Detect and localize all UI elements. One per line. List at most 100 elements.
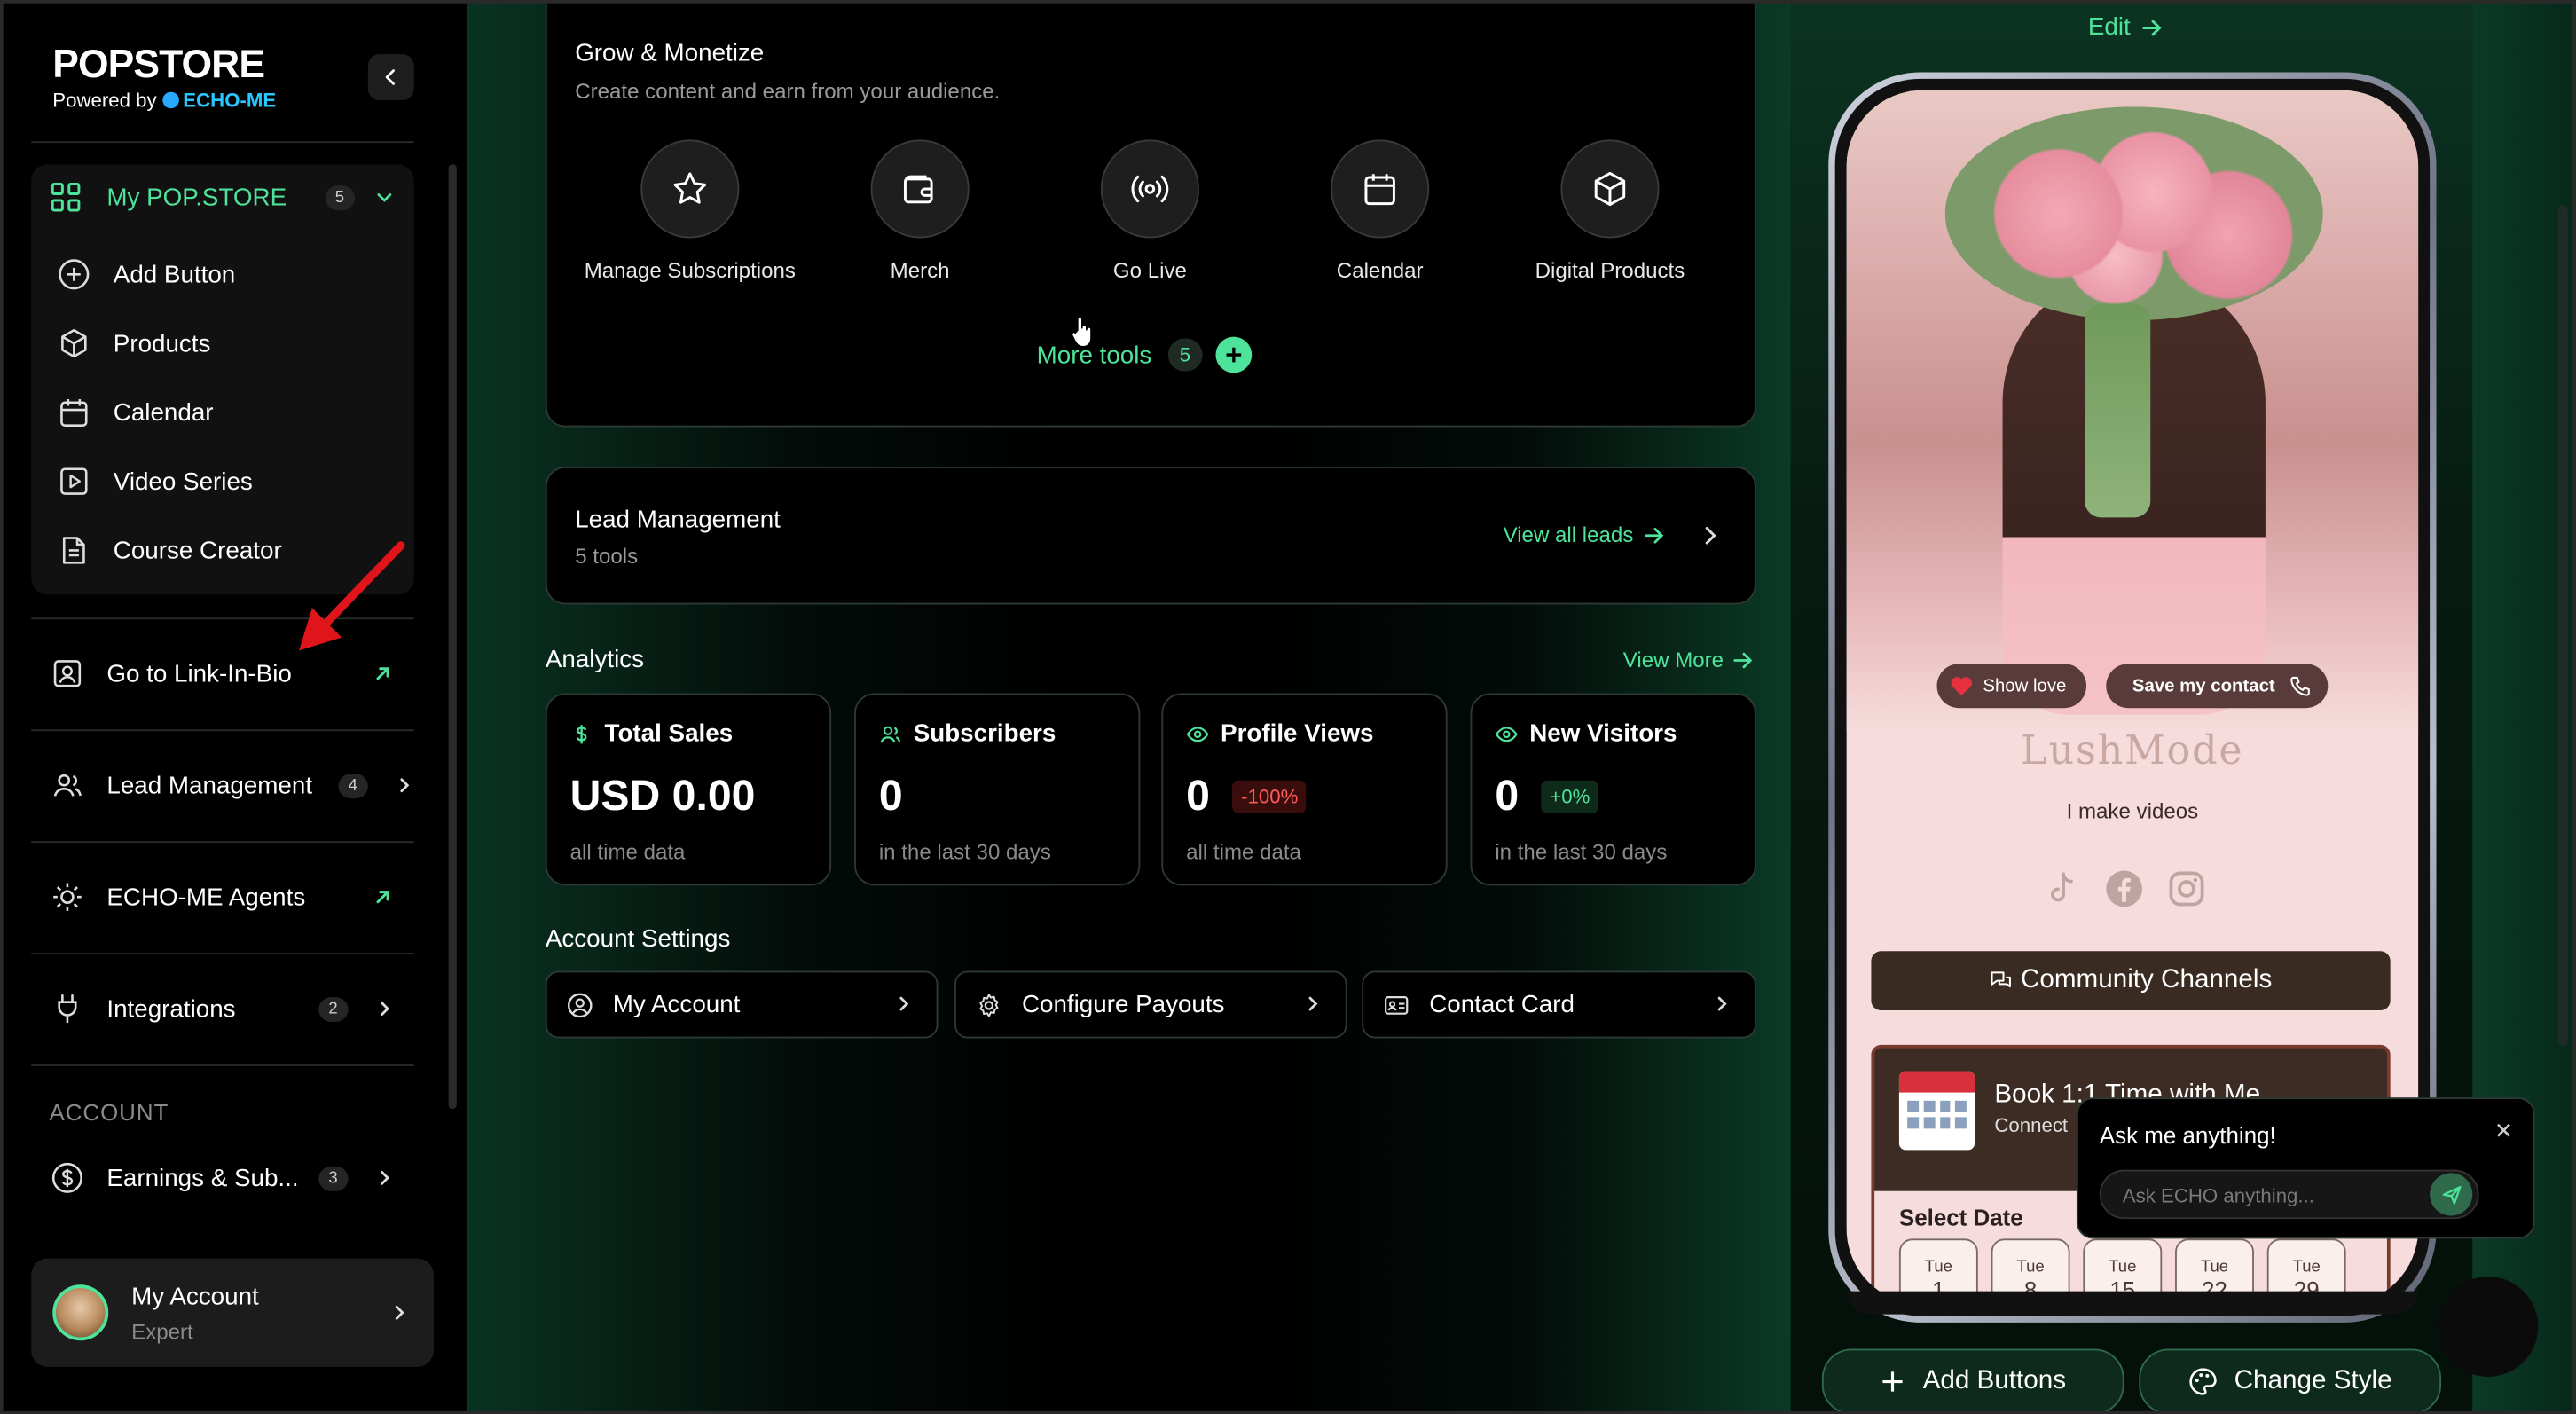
tool-label: Calendar (1336, 257, 1424, 283)
more-tools-count: 5 (1167, 338, 1203, 372)
wallet-icon (870, 139, 970, 239)
profile-photo (1846, 90, 2419, 732)
page-scrollbar[interactable] (2557, 205, 2568, 1047)
booking-subtitle: Connect (1994, 1113, 2069, 1137)
collapse-sidebar-button[interactable] (367, 54, 414, 100)
plus-icon (1883, 1371, 1904, 1392)
save-contact-button[interactable]: Save my contact (2106, 664, 2328, 709)
my-popstore-label: My POP.STORE (106, 183, 287, 211)
sidebar-item-label: Integrations (106, 994, 236, 1023)
stat-card-subscribers[interactable]: Subscribers 0 in the last 30 days (854, 693, 1141, 886)
profile-bio: I make videos (2066, 798, 2199, 823)
broadcast-icon (1100, 139, 1199, 239)
lead-management-count: 4 (338, 773, 368, 798)
add-buttons-label: Add Buttons (1922, 1366, 2067, 1395)
send-icon (2441, 1185, 2461, 1204)
account-card[interactable]: My Account Expert (31, 1258, 434, 1367)
show-love-label: Show love (1983, 676, 2067, 696)
external-arrow-icon (376, 891, 389, 904)
tool-label: Go Live (1112, 257, 1187, 283)
gear-icon (979, 993, 999, 1017)
stat-card-total-sales[interactable]: Total Sales USD 0.00 all time data (545, 693, 832, 886)
chat-bubbles-icon (1991, 971, 2011, 988)
chevron-right-icon (400, 778, 410, 793)
tool-label: Digital Products (1535, 257, 1685, 283)
floating-assistant-button[interactable] (2438, 1277, 2539, 1377)
lead-management-card[interactable]: Lead Management 5 tools View all leads (545, 466, 1756, 605)
show-love-button[interactable]: Show love (1936, 664, 2086, 709)
add-buttons-button[interactable]: Add Buttons (1821, 1348, 2124, 1414)
account-role: Expert (131, 1319, 193, 1344)
edit-link[interactable]: Edit (2088, 13, 2164, 41)
logo-wordmark: POPSTORE (52, 43, 265, 88)
sidebar-item-integrations[interactable]: Integrations 2 (50, 984, 414, 1033)
analytics-view-more-link[interactable]: View More (1623, 648, 1755, 672)
chat-input-placeholder: Ask ECHO anything... (2122, 1184, 2314, 1208)
sidebar-item-calendar[interactable]: Calendar (56, 388, 420, 437)
arrow-right-icon (1645, 527, 1664, 543)
change-style-button[interactable]: Change Style (2139, 1348, 2442, 1414)
stat-value: 0 (1495, 770, 1520, 821)
facebook-icon[interactable] (2104, 869, 2143, 908)
sidebar-item-lead-management[interactable]: Lead Management 4 (50, 760, 414, 810)
sidebar-scrollbar[interactable] (448, 164, 457, 1110)
stat-desc: all time data (569, 839, 686, 865)
view-all-leads-link[interactable]: View all leads (1504, 522, 1667, 547)
tool-digital-products[interactable]: Digital Products (1495, 139, 1724, 283)
tool-manage-subscriptions[interactable]: Manage Subscriptions (575, 139, 805, 283)
stat-value: 0 (878, 770, 903, 821)
sidebar-item-label: Video Series (113, 467, 253, 496)
profile-card-icon (50, 656, 86, 692)
stat-title: New Visitors (1529, 719, 1677, 748)
sidebar-item-label: Add Button (113, 260, 236, 289)
my-popstore-count: 5 (325, 185, 355, 210)
sun-icon (50, 879, 86, 915)
sidebar: POPSTORE Powered by ECHO-ME My POP.STORE… (0, 0, 467, 1414)
configure-payouts-button[interactable]: Configure Payouts (954, 970, 1347, 1039)
calendar-graphic-icon (1898, 1071, 1975, 1151)
sidebar-item-earnings[interactable]: Earnings & Sub... 3 (50, 1153, 414, 1203)
eye-icon (1495, 726, 1518, 742)
community-channels-button[interactable]: Community Channels (1871, 951, 2391, 1010)
chat-title: Ask me anything! (2099, 1121, 2276, 1149)
user-circle-icon (567, 992, 593, 1017)
my-popstore-toggle[interactable]: My POP.STORE 5 (50, 174, 401, 220)
sidebar-item-video-series[interactable]: Video Series (56, 457, 420, 507)
tool-go-live[interactable]: Go Live (1035, 139, 1265, 283)
stat-title: Total Sales (604, 719, 734, 748)
close-icon[interactable] (2494, 1120, 2513, 1140)
chat-input[interactable]: Ask ECHO anything... (2099, 1169, 2479, 1220)
tool-label: Manage Subscriptions (584, 257, 796, 283)
analytics-title: Analytics (545, 645, 645, 674)
sidebar-item-echo-agents[interactable]: ECHO-ME Agents (50, 872, 414, 922)
account-heading: ACCOUNT (49, 1098, 169, 1126)
instagram-icon[interactable] (2167, 869, 2206, 908)
echo-me-logo-icon (163, 91, 180, 109)
sidebar-item-products[interactable]: Products (56, 318, 420, 368)
account-settings-title: Account Settings (545, 924, 731, 954)
plus-circle-icon (56, 256, 92, 293)
sidebar-item-label: Lead Management (106, 771, 313, 799)
sidebar-item-add-button[interactable]: Add Button (56, 250, 420, 300)
stat-change-chip: -100% (1232, 779, 1307, 813)
stat-value: 0 (1186, 770, 1210, 821)
date-day: Tue (2016, 1258, 2045, 1277)
date-day: Tue (2109, 1258, 2137, 1277)
tool-merch[interactable]: Merch (805, 139, 1034, 283)
chevron-right-icon (395, 1305, 404, 1320)
popstore-logo[interactable]: POPSTORE Powered by ECHO-ME (52, 43, 322, 112)
contact-card-button[interactable]: Contact Card (1362, 970, 1756, 1039)
eye-icon (1186, 726, 1209, 742)
box-icon (56, 326, 92, 362)
stat-card-new-visitors[interactable]: New Visitors 0 +0% in the last 30 days (1470, 693, 1756, 886)
send-button[interactable] (2430, 1173, 2473, 1216)
chevron-right-icon (381, 1002, 390, 1016)
setting-label: Configure Payouts (1021, 990, 1225, 1019)
edit-label: Edit (2087, 12, 2131, 42)
setting-label: Contact Card (1429, 990, 1575, 1019)
my-account-button[interactable]: My Account (545, 970, 939, 1039)
dollar-icon (576, 724, 587, 743)
tiktok-icon[interactable] (2042, 869, 2081, 908)
tool-calendar[interactable]: Calendar (1265, 139, 1495, 283)
stat-card-profile-views[interactable]: Profile Views 0 -100% all time data (1161, 693, 1448, 886)
